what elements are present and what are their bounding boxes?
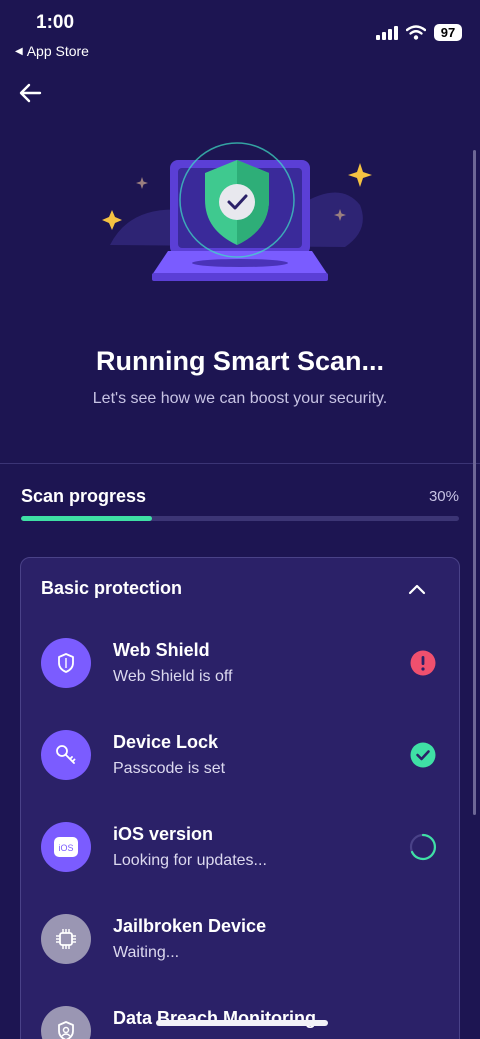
progress-bar [21,516,459,521]
ios-icon: iOS [41,822,91,872]
home-indicator[interactable] [156,1020,328,1026]
section-title: Basic protection [41,578,183,598]
item-title: iOS version [113,824,214,844]
page-subtitle: Let's see how we can boost your security… [92,390,388,407]
check-circle-icon [410,742,436,768]
item-subtitle: Passcode is set [113,760,226,777]
svg-text:iOS: iOS [58,843,73,853]
progress-percent: 30% [428,488,459,505]
progress-label: Scan progress [21,486,147,506]
progress-bar-fill [21,516,153,521]
back-to-app-link[interactable]: ◀ App Store [15,43,89,59]
loading-spinner-icon [409,833,437,861]
divider [0,463,480,464]
screen: 1:00 ◀ App Store 97 Running Smart Scan..… [0,0,480,1039]
back-app-label: App Store [26,43,89,59]
key-icon [41,730,91,780]
item-title: Device Lock [113,732,219,752]
item-subtitle: Web Shield is off [113,668,233,685]
list-item-web-shield[interactable]: Web Shield Web Shield is off [21,638,459,708]
chevron-up-icon[interactable] [405,578,429,602]
scan-illustration [102,142,372,281]
item-subtitle: Looking for updates... [113,852,267,869]
status-icons: 97 [376,24,462,41]
list-item-device-lock[interactable]: Device Lock Passcode is set [21,730,459,800]
list-item-jailbroken-device[interactable]: Jailbroken Device Waiting... [21,914,459,984]
warning-icon [410,650,436,676]
wifi-icon [406,25,426,40]
scrollbar[interactable] [473,150,476,815]
battery-indicator: 97 [434,24,462,41]
basic-protection-card: Basic protection Web Shield Web Shield i… [20,557,460,1039]
status-time: 1:00 [36,12,75,33]
page-title: Running Smart Scan... [95,346,385,376]
chip-icon [41,914,91,964]
user-shield-icon [41,1006,91,1039]
item-title: Jailbroken Device [113,916,267,936]
item-title: Web Shield [113,640,210,660]
back-arrow-icon[interactable] [16,78,46,108]
shield-icon [41,638,91,688]
list-item-ios-version[interactable]: iOS iOS version Looking for updates... [21,822,459,892]
back-triangle-icon: ◀ [15,45,23,57]
item-subtitle: Waiting... [113,944,180,961]
cellular-signal-icon [376,25,398,40]
